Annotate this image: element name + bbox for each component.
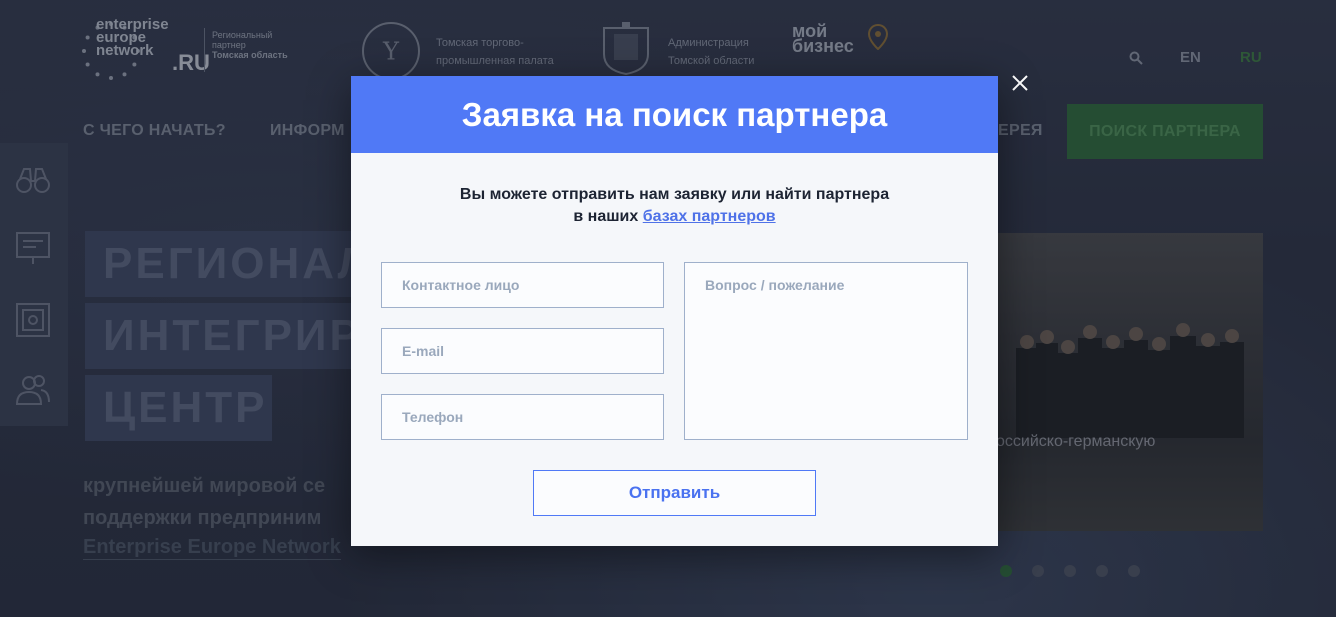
modal-intro-text: Вы можете отправить нам заявку или найти… <box>459 186 890 225</box>
close-icon[interactable] <box>1008 71 1032 95</box>
question-textarea[interactable] <box>684 262 968 440</box>
partner-databases-link[interactable]: базах партнеров <box>643 208 776 225</box>
partner-request-modal: Заявка на поиск партнера Вы можете отпра… <box>351 76 998 546</box>
email-input[interactable] <box>381 328 664 374</box>
contact-person-input[interactable] <box>381 262 664 308</box>
modal-header: Заявка на поиск партнера <box>351 76 998 153</box>
phone-input[interactable] <box>381 394 664 440</box>
modal-title: Заявка на поиск партнера <box>461 95 888 133</box>
submit-button[interactable]: Отправить <box>533 470 816 516</box>
